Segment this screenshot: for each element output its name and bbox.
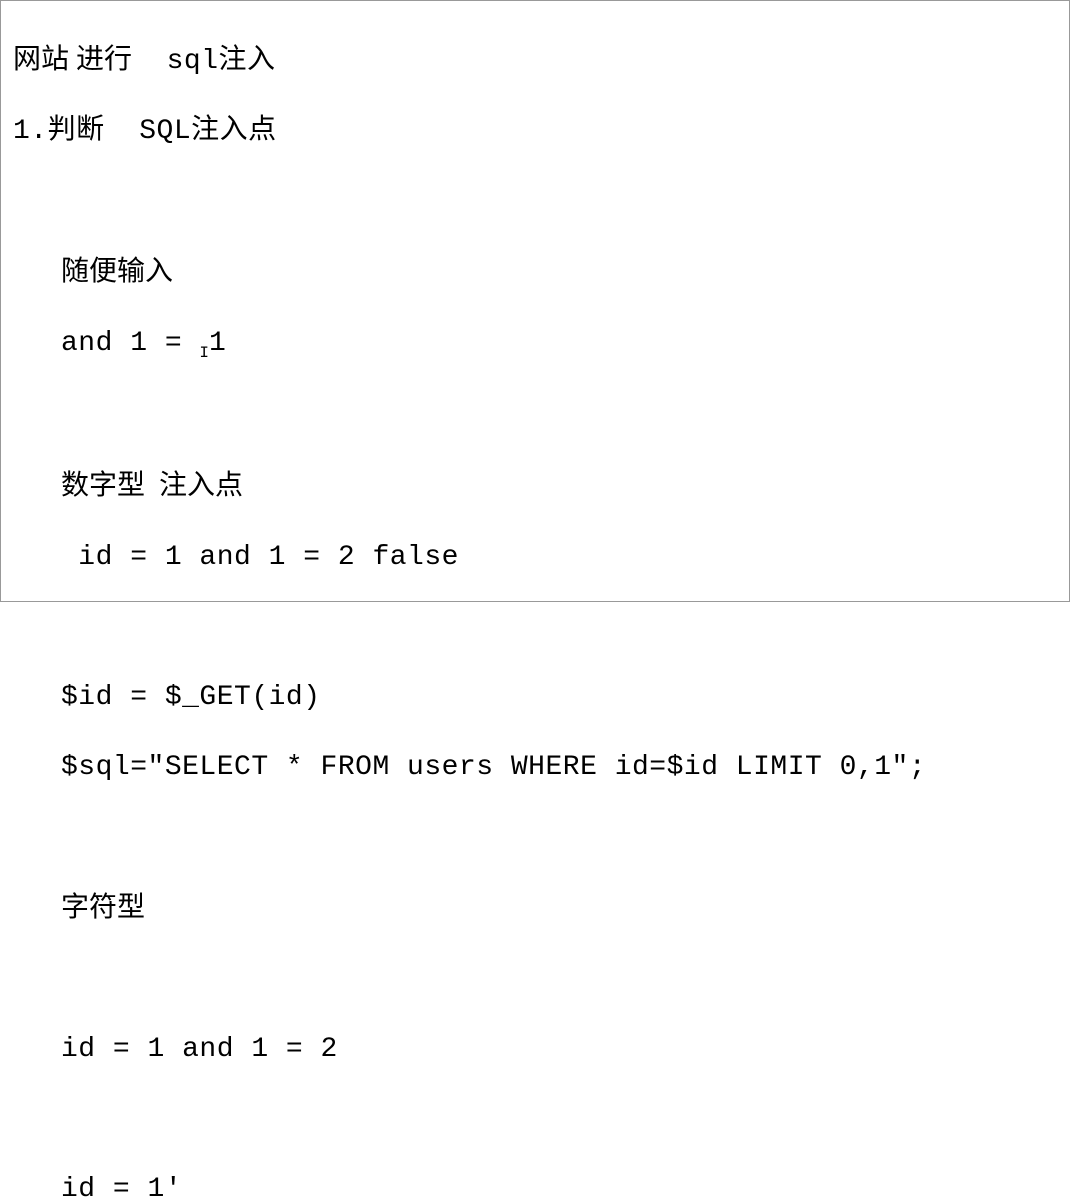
text-content[interactable]: 网站 进行 sql注入 1.判断 SQL注入点 随便输入 and 1 = I1 … <box>1 5 1069 1204</box>
blank-line <box>13 962 1057 997</box>
line-string-expr2: id = 1' <box>13 1172 1057 1204</box>
text: 网站 进行 <box>13 44 132 75</box>
line-and-expr: and 1 = I1 <box>13 326 1057 363</box>
text: SQL注入点 <box>105 116 277 147</box>
text: 随便输入 <box>61 256 173 287</box>
text: 1 <box>209 328 226 359</box>
text: and 1 = <box>61 328 199 359</box>
text: 数字型 <box>61 470 145 501</box>
text: 1.判断 <box>13 116 105 147</box>
text: $id = $_GET(id) <box>61 682 321 713</box>
editor-window: 网站 进行 sql注入 1.判断 SQL注入点 随便输入 and 1 = I1 … <box>0 0 1070 602</box>
line-string-expr1: id = 1 and 1 = 2 <box>13 1032 1057 1067</box>
line-php-id: $id = $_GET(id) <box>13 680 1057 715</box>
blank-line <box>13 184 1057 219</box>
line-step1: 1.判断 SQL注入点 <box>13 114 1057 149</box>
blank-line <box>13 820 1057 855</box>
blank-line <box>13 398 1057 433</box>
text: $sql="SELECT * FROM users WHERE id=$id L… <box>61 752 926 783</box>
text: id = 1' <box>61 1174 182 1204</box>
text: 注入点 <box>145 470 243 501</box>
blank-line <box>13 1102 1057 1137</box>
line-numeric-heading: 数字型 注入点 <box>13 468 1057 505</box>
line-string-heading: 字符型 <box>13 890 1057 927</box>
text: 字符型 <box>61 892 145 923</box>
line-php-sql: $sql="SELECT * FROM users WHERE id=$id L… <box>13 750 1057 785</box>
blank-line <box>13 610 1057 645</box>
text: id = 1 and 1 = 2 <box>61 1034 338 1065</box>
text: sql注入 <box>132 46 276 77</box>
line-title: 网站 进行 sql注入 <box>13 42 1057 79</box>
text: id = 1 and 1 = 2 false <box>61 542 459 573</box>
line-numeric-expr: id = 1 and 1 = 2 false <box>13 540 1057 575</box>
line-random-input-heading: 随便输入 <box>13 254 1057 291</box>
text-cursor-icon: I <box>199 343 209 363</box>
